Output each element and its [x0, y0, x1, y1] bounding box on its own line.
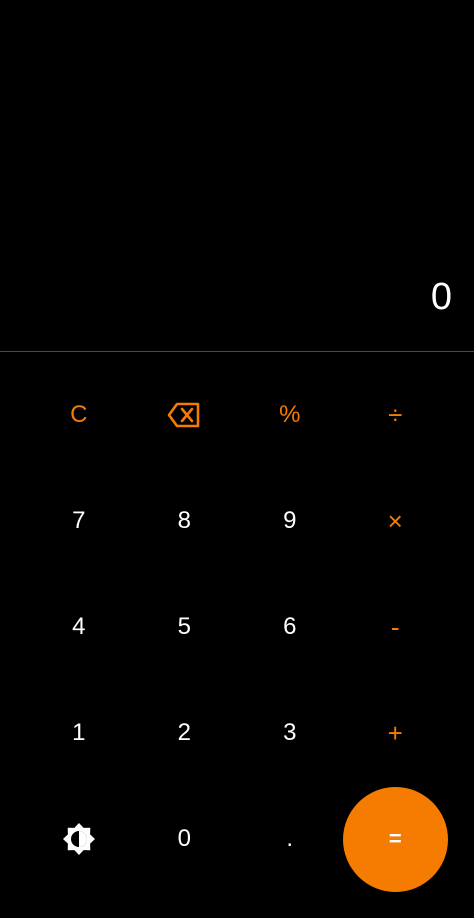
digit-2-label: 2 — [177, 719, 191, 746]
decimal-button[interactable]: . — [237, 786, 343, 892]
keypad: C % ÷ 7 8 9 × 4 5 6 - 1 2 3 + 0 . = — [0, 362, 474, 892]
multiply-button[interactable]: × — [343, 468, 449, 574]
clear-button[interactable]: C — [26, 362, 132, 468]
digit-1-label: 1 — [72, 719, 86, 746]
digit-7-button[interactable]: 7 — [26, 468, 132, 574]
percent-button[interactable]: % — [237, 362, 343, 468]
digit-3-label: 3 — [283, 719, 297, 746]
brightness-icon — [62, 822, 96, 856]
digit-0-label: 0 — [177, 825, 191, 852]
clear-label: C — [70, 401, 88, 428]
digit-5-button[interactable]: 5 — [132, 574, 238, 680]
display-divider — [0, 351, 474, 352]
minus-label: - — [390, 611, 400, 642]
plus-label: + — [387, 717, 403, 748]
display-value: 0 — [430, 276, 452, 318]
digit-8-label: 8 — [177, 507, 191, 534]
digit-3-button[interactable]: 3 — [237, 680, 343, 786]
plus-button[interactable]: + — [343, 680, 449, 786]
digit-0-button[interactable]: 0 — [132, 786, 238, 892]
backspace-button[interactable] — [132, 362, 238, 468]
theme-toggle-button[interactable] — [26, 786, 132, 892]
digit-4-button[interactable]: 4 — [26, 574, 132, 680]
digit-6-label: 6 — [283, 613, 297, 640]
digit-5-label: 5 — [177, 613, 191, 640]
digit-9-label: 9 — [283, 507, 297, 534]
decimal-label: . — [286, 825, 294, 852]
digit-9-button[interactable]: 9 — [237, 468, 343, 574]
result-display: 0 — [0, 0, 474, 351]
minus-button[interactable]: - — [343, 574, 449, 680]
multiply-label: × — [387, 505, 403, 536]
backspace-icon — [167, 402, 201, 428]
divide-button[interactable]: ÷ — [343, 362, 449, 468]
digit-7-label: 7 — [72, 507, 86, 534]
equals-cell: = — [342, 786, 449, 892]
divide-label: ÷ — [388, 399, 403, 430]
percent-label: % — [279, 401, 301, 428]
equals-button[interactable]: = — [342, 786, 448, 892]
digit-4-label: 4 — [72, 613, 86, 640]
digit-2-button[interactable]: 2 — [132, 680, 238, 786]
digit-8-button[interactable]: 8 — [132, 468, 238, 574]
digit-6-button[interactable]: 6 — [237, 574, 343, 680]
equals-label: = — [388, 826, 402, 851]
digit-1-button[interactable]: 1 — [26, 680, 132, 786]
